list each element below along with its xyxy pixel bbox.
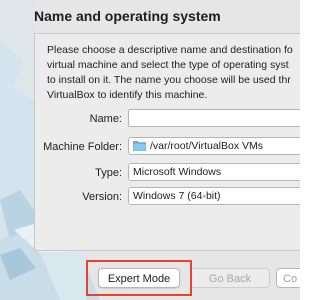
name-label: Name: xyxy=(89,113,122,125)
name-input[interactable] xyxy=(128,109,300,127)
version-select[interactable]: Windows 7 (64-bit) xyxy=(128,187,300,205)
dialog-description: Please choose a descriptive name and des… xyxy=(47,44,293,101)
go-back-button[interactable]: Go Back xyxy=(190,268,270,288)
dialog-title: Name and operating system xyxy=(34,8,221,24)
machine-folder-value: /var/root/VirtualBox VMs xyxy=(150,140,264,152)
virtualbox-new-vm-dialog: Name and operating system Please choose … xyxy=(0,0,300,300)
type-value: Microsoft Windows xyxy=(133,166,222,178)
version-label: Version: xyxy=(82,191,122,203)
machine-folder-select[interactable]: /var/root/VirtualBox VMs xyxy=(128,137,300,155)
machine-folder-label: Machine Folder: xyxy=(43,141,122,153)
version-value: Windows 7 (64-bit) xyxy=(133,190,221,202)
folder-icon xyxy=(133,140,146,151)
continue-button[interactable]: Co xyxy=(276,268,300,288)
expert-mode-highlight xyxy=(86,260,192,296)
type-label: Type: xyxy=(95,167,122,179)
type-select[interactable]: Microsoft Windows xyxy=(128,163,300,181)
